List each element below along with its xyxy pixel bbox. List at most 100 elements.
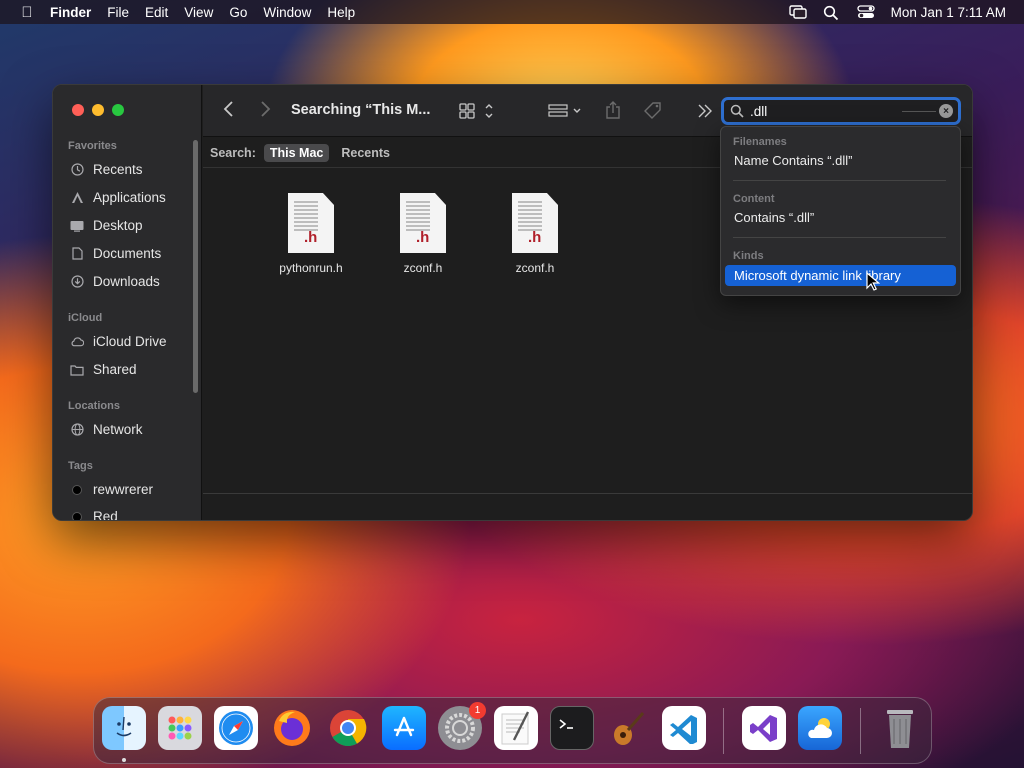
network-icon: [70, 423, 84, 437]
share-button[interactable]: [605, 100, 621, 123]
sidebar-scrollbar[interactable]: [193, 140, 198, 393]
sidebar-item-applications[interactable]: Applications: [70, 190, 166, 205]
search-input[interactable]: .dll: [750, 104, 767, 119]
sidebar-item-label: Applications: [93, 190, 166, 205]
sidebar-item-tag-red[interactable]: Red: [70, 509, 118, 521]
back-button[interactable]: [223, 100, 235, 121]
launchpad-grid-icon: [168, 716, 192, 740]
sidebar-section-icloud: iCloud: [68, 312, 103, 324]
menu-view[interactable]: View: [176, 5, 221, 20]
sidebar-item-network[interactable]: Network: [70, 422, 143, 437]
group-by-button[interactable]: [548, 102, 584, 123]
chrome-dock-icon[interactable]: [326, 706, 370, 750]
menu-bar-clock[interactable]: Mon Jan 1 7:11 AM: [891, 5, 1006, 20]
pen-paper-icon: [501, 711, 530, 745]
tag-color-dot: [70, 483, 84, 497]
visual-studio-dock-icon[interactable]: [742, 706, 786, 750]
search-suggestions-menu: Filenames Name Contains “.dll” Content C…: [720, 126, 961, 296]
suggestion-kind-dll[interactable]: Microsoft dynamic link library: [725, 265, 956, 286]
scope-recents[interactable]: Recents: [335, 144, 396, 162]
menu-help[interactable]: Help: [319, 5, 363, 20]
dock: 1: [93, 697, 932, 764]
menu-finder[interactable]: Finder: [44, 5, 99, 20]
apple-menu-icon[interactable]: : [10, 4, 44, 21]
document-icon: [70, 247, 84, 261]
sidebar-item-icloud-drive[interactable]: iCloud Drive: [70, 334, 167, 349]
launchpad-dock-icon[interactable]: [158, 706, 202, 750]
file-item[interactable]: .h zconf.h: [373, 193, 473, 275]
scope-label: Search:: [210, 145, 256, 160]
clear-search-icon[interactable]: ×: [939, 104, 953, 118]
sidebar-section-locations: Locations: [68, 400, 120, 412]
spotlight-search-icon[interactable]: [823, 5, 841, 21]
suggestion-name-contains[interactable]: Name Contains “.dll”: [734, 153, 853, 168]
sidebar-item-label: Shared: [93, 362, 137, 377]
guitar-icon: [614, 712, 645, 745]
dock-separator: [723, 708, 724, 754]
window-title: Searching “This M...: [291, 102, 431, 118]
chevron-right-icon: [261, 101, 271, 117]
sidebar-item-label: Red: [93, 509, 118, 521]
sidebar-item-shared[interactable]: Shared: [70, 362, 137, 377]
running-indicator: [122, 758, 126, 762]
finder-dock-icon[interactable]: [102, 706, 146, 750]
double-chevron-right-icon: [698, 104, 712, 118]
forward-button[interactable]: [259, 100, 271, 121]
menu-go[interactable]: Go: [221, 5, 255, 20]
menu-edit[interactable]: Edit: [137, 5, 176, 20]
sidebar-item-downloads[interactable]: Downloads: [70, 274, 160, 289]
sidebar-section-favorites: Favorites: [68, 140, 117, 152]
search-token-divider: [902, 111, 936, 112]
menu-file[interactable]: File: [99, 5, 137, 20]
more-toolbar-button[interactable]: [697, 102, 713, 123]
sidebar-item-desktop[interactable]: Desktop: [70, 218, 143, 233]
finder-face-icon: [116, 716, 132, 737]
firefox-icon: [274, 710, 310, 746]
garageband-dock-icon[interactable]: [606, 706, 650, 750]
sidebar-item-label: iCloud Drive: [93, 334, 167, 349]
system-settings-dock-icon[interactable]: 1: [438, 702, 486, 750]
vscode-icon: [670, 715, 697, 744]
status-bar-divider: [203, 493, 972, 494]
zoom-window-button[interactable]: [112, 104, 124, 116]
scope-this-mac[interactable]: This Mac: [263, 143, 330, 162]
window-controls: [72, 104, 124, 116]
trash-dock-icon[interactable]: [878, 706, 922, 750]
file-name: zconf.h: [515, 261, 555, 275]
vscode-dock-icon[interactable]: [662, 706, 706, 750]
suggestion-contains[interactable]: Contains “.dll”: [734, 210, 814, 225]
sidebar-item-tag-rewwrerer[interactable]: rewwrerer: [70, 482, 153, 497]
shared-folder-icon: [70, 363, 84, 377]
sidebar-item-label: Recents: [93, 162, 143, 177]
menu-divider: [733, 237, 946, 238]
search-field[interactable]: .dll ×: [721, 97, 961, 125]
control-center-icon[interactable]: [857, 5, 875, 19]
sidebar-item-recents[interactable]: Recents: [70, 162, 143, 177]
tag-color-dot: [70, 510, 84, 520]
close-window-button[interactable]: [72, 104, 84, 116]
tag-button[interactable]: [643, 101, 663, 124]
sidebar-item-documents[interactable]: Documents: [70, 246, 161, 261]
app-store-dock-icon[interactable]: [382, 706, 426, 750]
compass-icon: [219, 711, 253, 745]
applications-icon: [70, 191, 84, 205]
view-mode-button[interactable]: [459, 102, 499, 123]
textedit-dock-icon[interactable]: [494, 706, 538, 750]
screen-mirroring-icon[interactable]: [788, 5, 807, 19]
terminal-dock-icon[interactable]: [550, 706, 594, 750]
app-store-icon: [393, 716, 415, 737]
share-icon: [606, 101, 620, 119]
suggestion-header-kinds: Kinds: [733, 250, 764, 262]
weather-dock-icon[interactable]: [798, 706, 842, 750]
magnifier-icon: [730, 104, 744, 118]
file-extension-label: .h: [416, 229, 430, 246]
minimize-window-button[interactable]: [92, 104, 104, 116]
safari-dock-icon[interactable]: [214, 706, 258, 750]
desktop-icon: [70, 219, 84, 233]
tag-icon: [644, 102, 661, 119]
firefox-dock-icon[interactable]: [270, 706, 314, 750]
menu-window[interactable]: Window: [255, 5, 319, 20]
file-item[interactable]: .h zconf.h: [485, 193, 585, 275]
file-item[interactable]: .h pythonrun.h: [261, 193, 361, 275]
file-extension-label: .h: [304, 229, 318, 246]
